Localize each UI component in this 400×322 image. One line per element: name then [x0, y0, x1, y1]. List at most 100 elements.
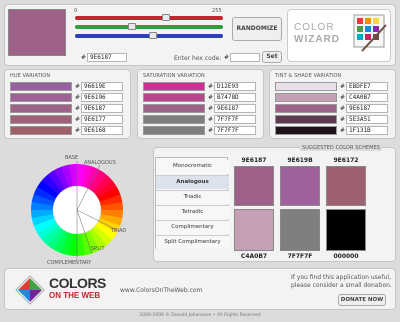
saturation-variation-hex: B7478D: [214, 93, 256, 102]
current-hex-value: 9E6187: [87, 53, 127, 62]
scheme-color-swatch[interactable]: [280, 209, 320, 251]
suggested-schemes-title: SUGGESTED COLOR SCHEMES: [300, 145, 383, 151]
donate-now-button[interactable]: DONATE NOW: [338, 294, 386, 306]
scheme-button-complimentary[interactable]: Complimentary: [156, 220, 229, 234]
scheme-button-tetradic[interactable]: Tetradic: [156, 205, 229, 219]
hue-variation-swatch[interactable]: [10, 115, 72, 124]
hue-variation-row[interactable]: #96619E: [10, 82, 128, 92]
colors-on-the-web-logo-icon: [15, 275, 45, 305]
saturation-variation-hex: 7F7F7F: [214, 126, 256, 135]
hex-hash: #: [208, 94, 214, 101]
hue-variation-title: HUE VARIATION: [10, 73, 51, 79]
slider-min-label: 0: [74, 8, 78, 14]
scheme-color-swatch[interactable]: [234, 209, 274, 251]
hex-hash: #: [340, 105, 346, 112]
wheel-label-base: BASE: [65, 155, 78, 161]
hue-variation-row[interactable]: #9E6196: [10, 93, 128, 103]
wheel-label-split: SPLIT: [91, 246, 105, 252]
wizard-palette-icon: [353, 14, 387, 52]
hue-variation-swatch[interactable]: [10, 104, 72, 113]
hex-hash: #: [340, 127, 346, 134]
hex-hash: #: [75, 127, 81, 134]
tint-shade-variation-swatch[interactable]: [275, 82, 337, 91]
randomize-button[interactable]: RANDOMIZE: [232, 17, 282, 41]
hex-hash: #: [75, 94, 81, 101]
hex-hash: #: [340, 94, 346, 101]
tint-shade-variation-row[interactable]: #9E6187: [275, 104, 393, 114]
scheme-color-swatch[interactable]: [234, 166, 274, 206]
scheme-color-hex: 7F7F7F: [287, 253, 313, 260]
scheme-color-swatch[interactable]: [280, 166, 320, 206]
tint-shade-variation-row[interactable]: #1F131B: [275, 126, 393, 136]
scheme-color-hex: C4A0B7: [240, 253, 268, 260]
hue-variation-hex: 9E6187: [81, 104, 123, 113]
copyright-text: 2000-2006 © Donald Johansson • All Right…: [139, 313, 261, 318]
hue-variation-hex: 9E6177: [81, 115, 123, 124]
hex-hash: #: [208, 127, 214, 134]
tint-shade-variation-hex: EBDFE7: [346, 82, 388, 91]
blue-slider-thumb[interactable]: [149, 32, 158, 39]
hex-hash: #: [75, 116, 81, 123]
hue-variation-row[interactable]: #9E6177: [10, 115, 128, 125]
saturation-variation-swatch[interactable]: [143, 104, 205, 113]
scheme-button-analogous[interactable]: Analogous: [156, 175, 229, 189]
saturation-variation-row[interactable]: #9E6187: [143, 104, 261, 114]
tint-shade-variation-swatch[interactable]: [275, 104, 337, 113]
hex-hash: #: [208, 83, 214, 90]
saturation-variation-row[interactable]: # B7478D: [143, 93, 261, 103]
tint-shade-variation-hex: 1F131B: [346, 126, 388, 135]
scheme-button-monocromatic[interactable]: Monocromatic: [156, 160, 229, 174]
brand-colors: COLORS: [49, 275, 106, 291]
logo-word-color: COLOR: [294, 22, 335, 33]
tint-shade-variation-row[interactable]: #5E3A51: [275, 115, 393, 125]
hex-hash: #: [208, 116, 214, 123]
scheme-color-swatch[interactable]: [326, 209, 366, 251]
hue-variation-row[interactable]: #9E6187: [10, 104, 128, 114]
scheme-color-hex: 9E6172: [333, 157, 359, 164]
green-slider[interactable]: [75, 23, 223, 30]
tint-shade-variation-row[interactable]: # EBDFE7: [275, 82, 393, 92]
blue-slider[interactable]: [75, 32, 223, 39]
saturation-variation-swatch[interactable]: [143, 126, 205, 135]
site-url-link[interactable]: www.ColorsOnTheWeb.com: [120, 287, 202, 294]
saturation-variation-row[interactable]: # D12E93: [143, 82, 261, 92]
red-slider-thumb[interactable]: [161, 14, 170, 21]
saturation-variation-swatch[interactable]: [143, 82, 205, 91]
tint-shade-variation-swatch[interactable]: [275, 126, 337, 135]
scheme-button-list: Monocromatic Analogous Triadic Tetradic Comp…: [155, 157, 229, 249]
wheel-label-triad: TRIAD: [110, 228, 126, 234]
hue-variation-hex: 9E6196: [81, 93, 123, 102]
current-hex-hash: #: [81, 54, 87, 61]
tint-shade-variation-hex: 5E3A51: [346, 115, 388, 124]
logo-word-wizard: WIZARD: [294, 34, 340, 45]
red-slider[interactable]: [75, 14, 223, 21]
hue-variation-row[interactable]: #9E6168: [10, 126, 128, 136]
hue-variation-hex: 9E6168: [81, 126, 123, 135]
tint-shade-variation-hex: 9E6187: [346, 104, 388, 113]
scheme-color-swatch[interactable]: [326, 166, 366, 206]
tint-shade-variation-row[interactable]: # C4A0B7: [275, 93, 393, 103]
scheme-button-split-complimentary[interactable]: Split Complimentary: [156, 235, 229, 249]
hex-hash: #: [208, 105, 214, 112]
saturation-variation-hex: D12E93: [214, 82, 256, 91]
hue-variation-swatch[interactable]: [10, 93, 72, 102]
hex-code-input[interactable]: [230, 53, 260, 62]
hex-hash: #: [340, 83, 346, 90]
saturation-variation-swatch[interactable]: [143, 115, 205, 124]
color-preview-swatch: [8, 9, 66, 56]
saturation-variation-row[interactable]: #7F7F7F: [143, 126, 261, 136]
tint-shade-variation-title: TINT & SHADE VARIATION: [275, 73, 342, 79]
saturation-variation-swatch[interactable]: [143, 93, 205, 102]
color-wheel[interactable]: BASE ANALOGOUS TRIAD SPLIT COMPLEMENTARY: [20, 150, 145, 268]
green-slider-thumb[interactable]: [128, 23, 137, 30]
scheme-button-triadic[interactable]: Triadic: [156, 190, 229, 204]
tint-shade-variation-swatch[interactable]: [275, 93, 337, 102]
hex-hash: #: [340, 116, 346, 123]
saturation-variation-row[interactable]: #7F7F7F: [143, 115, 261, 125]
saturation-variation-title: SATURATION VARIATION: [143, 73, 205, 79]
set-button[interactable]: Set: [262, 51, 282, 63]
hue-variation-swatch[interactable]: [10, 126, 72, 135]
tint-shade-variation-swatch[interactable]: [275, 115, 337, 124]
hue-variation-swatch[interactable]: [10, 82, 72, 91]
enter-hex-label: Enter hex code:: [174, 55, 222, 62]
